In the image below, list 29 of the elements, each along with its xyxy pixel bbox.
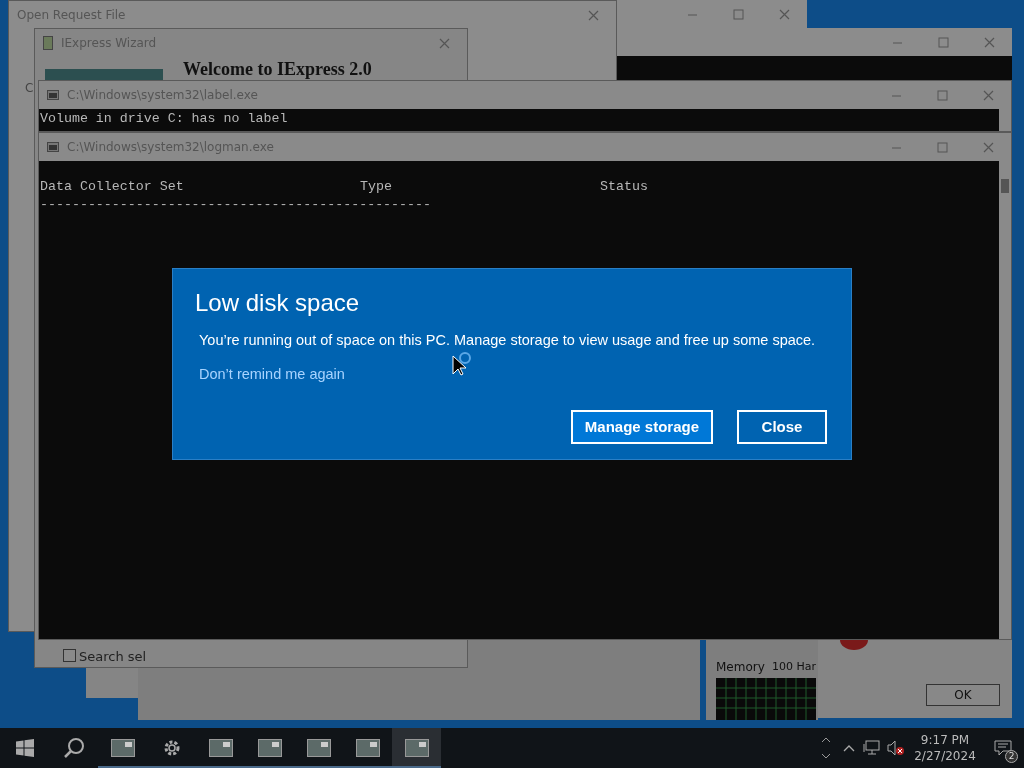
alert-message: You’re running out of space on this PC. Manage storage to view usage and free up some space. xyxy=(199,330,816,350)
dont-remind-link[interactable]: Don’t remind me again xyxy=(199,365,345,382)
app-icon xyxy=(43,36,53,50)
cursor-icon xyxy=(452,352,474,376)
header-rule: ------------------------------------------------- xyxy=(40,196,431,214)
console-icon xyxy=(47,142,59,152)
clock-time: 9:17 PM xyxy=(920,731,970,748)
ok-button[interactable]: OK xyxy=(926,684,1000,706)
error-icon xyxy=(840,640,868,650)
clock-date: 2/27/2024 xyxy=(914,748,976,765)
memory-value: 100 Har xyxy=(772,659,817,675)
window-icon[interactable] xyxy=(392,728,441,768)
alert-title: Low disk space xyxy=(195,289,361,318)
scrollbar-thumb xyxy=(1001,179,1009,193)
console-icon xyxy=(47,90,59,100)
dialog-button[interactable]: Close xyxy=(737,409,827,445)
dialog-button[interactable]: Manage storage xyxy=(570,409,713,445)
checkbox-label: Search sel xyxy=(79,648,147,666)
clock[interactable]: 9:17 PM 2/27/2024 xyxy=(908,731,982,765)
label-text: C xyxy=(25,80,34,97)
console-line: Volume in drive C: has no label xyxy=(40,110,288,128)
column-header: Status xyxy=(600,178,648,196)
memory-label: Memory xyxy=(716,659,765,676)
checkbox[interactable] xyxy=(63,649,76,662)
start-icon[interactable] xyxy=(15,739,34,757)
column-header: Type xyxy=(360,178,392,196)
notification-count: 2 xyxy=(1005,750,1018,763)
wizard-heading: Welcome to IExpress 2.0 xyxy=(183,59,372,80)
column-header: Data Collector Set xyxy=(40,178,184,196)
